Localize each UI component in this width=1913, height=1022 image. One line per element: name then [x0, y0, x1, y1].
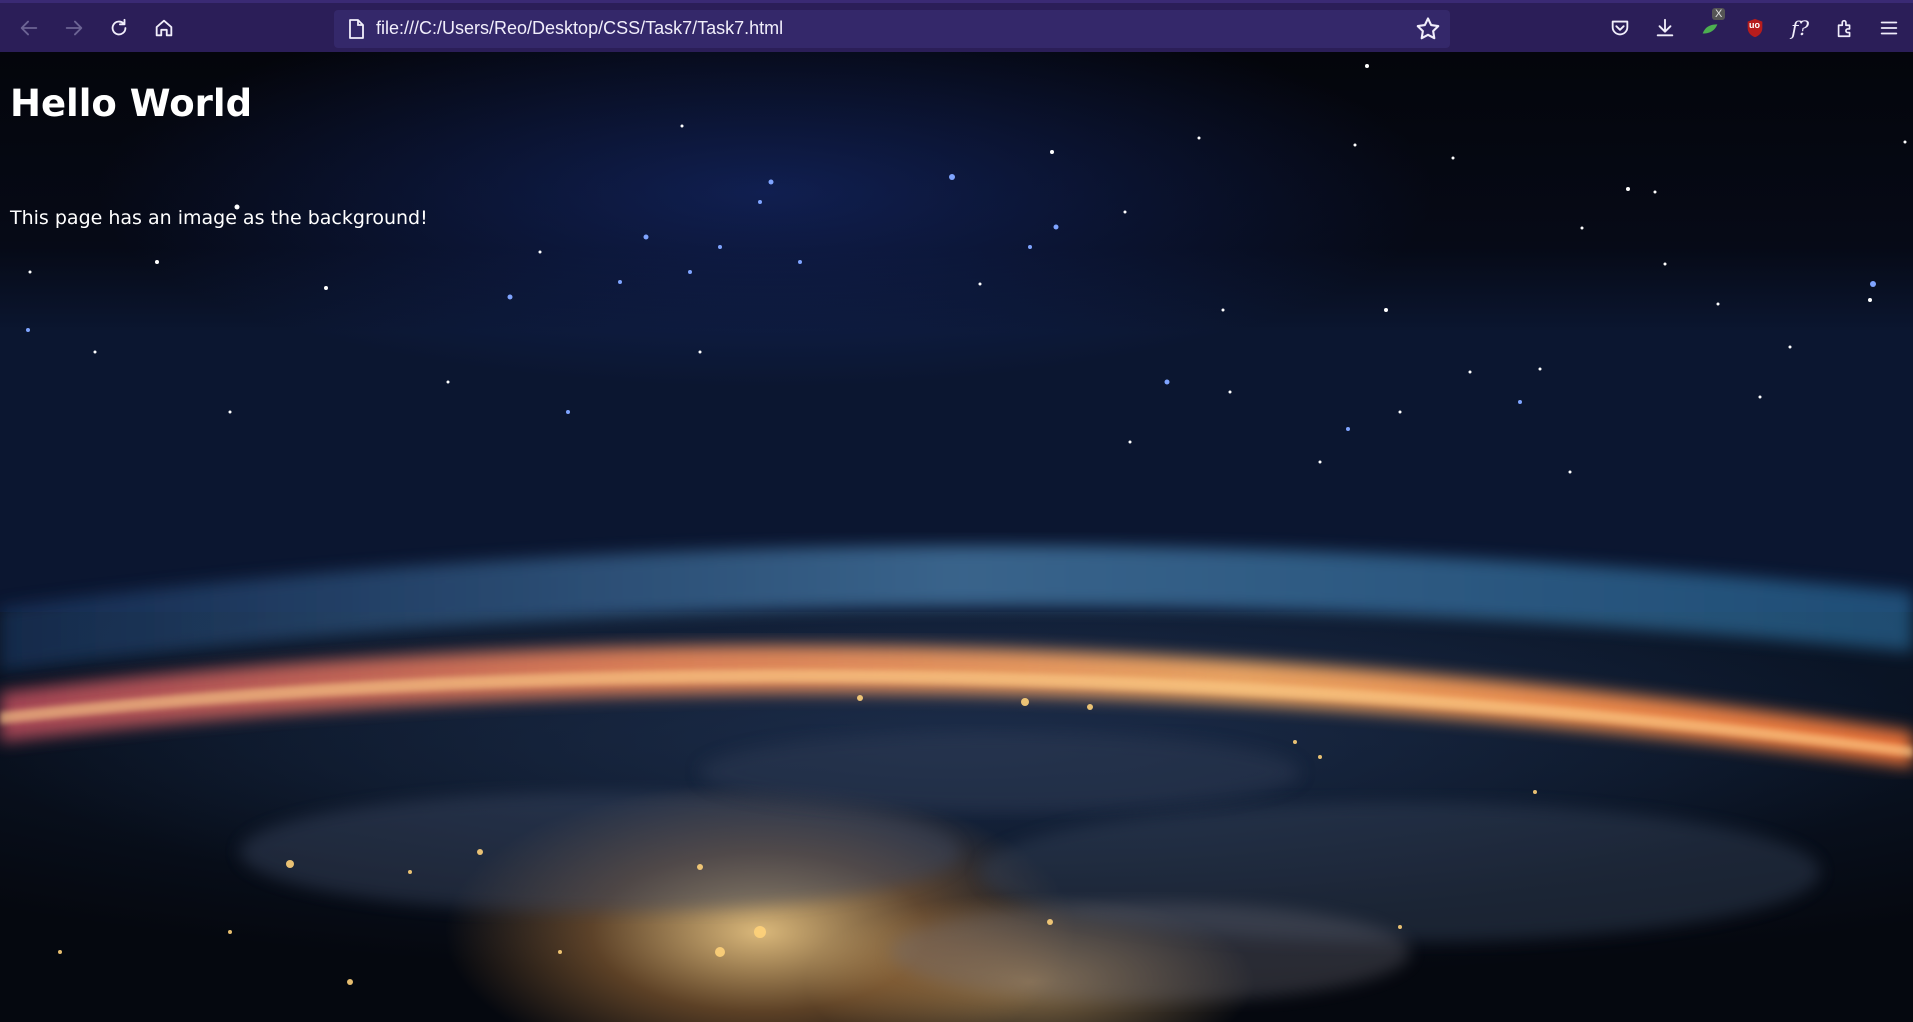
extensions-icon	[1837, 19, 1851, 38]
address-bar[interactable]: file:///C:/Users/Reo/Desktop/CSS/Task7/T…	[334, 10, 1450, 48]
page-viewport: Hello World This page has an image as th…	[0, 52, 1913, 1022]
back-icon	[20, 20, 38, 36]
ublock-button[interactable]: uo	[1737, 10, 1773, 46]
browser-toolbar: file:///C:/Users/Reo/Desktop/CSS/Task7/T…	[0, 0, 1913, 52]
forward-icon	[65, 20, 83, 36]
extension-x-icon	[1702, 24, 1718, 34]
back-button[interactable]	[11, 10, 47, 46]
page-heading: Hello World	[10, 82, 253, 125]
page-content: Hello World This page has an image as th…	[10, 52, 428, 229]
menu-button[interactable]	[1871, 10, 1907, 46]
menu-icon	[1880, 21, 1898, 35]
bookmark-star-icon[interactable]	[1414, 15, 1442, 43]
home-icon	[155, 19, 173, 37]
page-icon	[349, 19, 364, 39]
url-text[interactable]: file:///C:/Users/Reo/Desktop/CSS/Task7/T…	[376, 18, 783, 39]
reload-icon	[111, 18, 127, 36]
extension-x-button[interactable]: X	[1692, 8, 1728, 46]
font-finder-button[interactable]: f?	[1782, 10, 1818, 46]
ublock-label: uo	[1749, 20, 1760, 30]
pocket-icon	[1611, 20, 1629, 36]
home-button[interactable]	[146, 10, 182, 46]
downloads-button[interactable]	[1647, 10, 1683, 46]
downloads-icon	[1656, 18, 1674, 37]
pocket-button[interactable]	[1602, 10, 1638, 46]
page-paragraph: This page has an image as the background…	[10, 207, 428, 229]
font-finder-icon: f?	[1790, 16, 1810, 40]
reload-button[interactable]	[101, 10, 137, 46]
extension-badge: X	[1712, 8, 1726, 20]
extensions-button[interactable]	[1827, 10, 1863, 46]
forward-button[interactable]	[56, 10, 92, 46]
